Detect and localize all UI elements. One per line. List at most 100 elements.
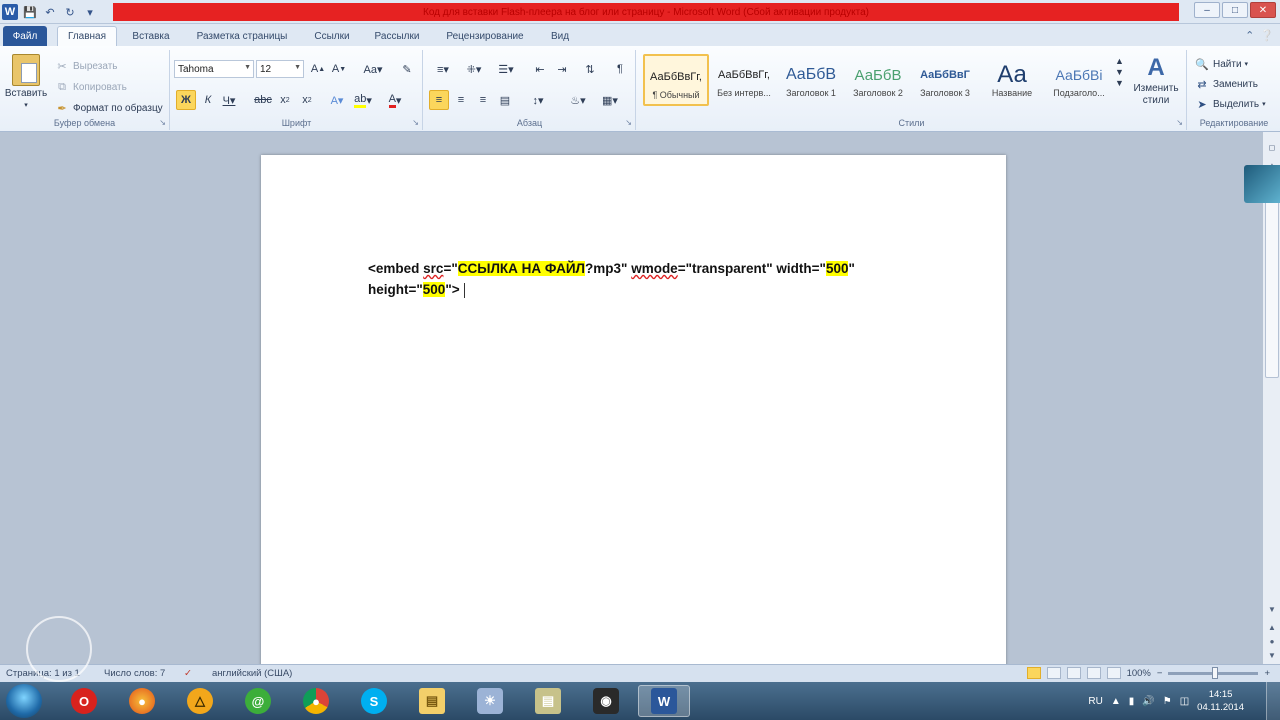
word-logo-icon[interactable]: W [2, 4, 18, 20]
taskbar-skype[interactable]: S [348, 685, 400, 717]
taskbar-opera[interactable]: O [58, 685, 110, 717]
justify-icon[interactable]: ▤ [495, 90, 515, 110]
next-page-icon[interactable]: ▼ [1265, 648, 1279, 662]
pilcrow-icon[interactable]: ¶ [610, 59, 630, 79]
taskbar-app-3[interactable]: ▤ [522, 685, 574, 717]
minimize-icon[interactable]: – [1194, 2, 1220, 18]
subscript-icon[interactable]: x2 [275, 90, 295, 110]
battery-icon[interactable]: ◫ [1180, 696, 1189, 707]
italic-icon[interactable]: К [198, 90, 218, 110]
minimize-ribbon-icon[interactable]: ⌃ [1245, 29, 1254, 42]
language-indicator[interactable]: английский (США) [212, 668, 292, 679]
document-text[interactable]: <embed src="ССЫЛКА НА ФАЙЛ?mp3" wmode="t… [368, 258, 958, 300]
zoom-level[interactable]: 100% [1127, 668, 1151, 679]
tab-view[interactable]: Вид [542, 26, 578, 46]
save-icon[interactable]: 💾 [22, 4, 38, 20]
tab-file[interactable]: Файл [3, 26, 47, 46]
numbering-icon[interactable]: ⁜▾ [460, 59, 488, 79]
underline-icon[interactable]: Ч▾ [219, 90, 239, 110]
browse-object-icon[interactable]: ● [1265, 634, 1279, 648]
start-button[interactable] [6, 684, 42, 718]
help-icon[interactable]: ❔ [1260, 29, 1274, 42]
dialog-launcher-icon[interactable]: ↘ [159, 118, 166, 127]
outline-icon[interactable] [1086, 667, 1101, 679]
taskbar-explorer[interactable]: ▤ [406, 685, 458, 717]
clear-formatting-icon[interactable]: ✎ [397, 59, 417, 79]
style-normal[interactable]: АаБбВвГг, ¶ Обычный [643, 54, 709, 106]
show-desktop-button[interactable] [1266, 682, 1280, 720]
decrease-indent-icon[interactable]: ⇤ [530, 59, 550, 79]
line-spacing-icon[interactable]: ↕▾ [524, 90, 552, 110]
taskbar-camera[interactable]: ◉ [580, 685, 632, 717]
zoom-in-icon[interactable]: + [1264, 668, 1270, 679]
bullets-icon[interactable]: ≡▾ [429, 59, 457, 79]
customize-toolbar-icon[interactable]: ▾ [82, 4, 98, 20]
tab-home[interactable]: Главная [57, 26, 117, 46]
zoom-slider-knob[interactable] [1212, 666, 1219, 679]
style-heading-1[interactable]: АаБбВ Заголовок 1 [778, 54, 844, 106]
tab-references[interactable]: Ссылки [306, 26, 358, 46]
bold-icon[interactable]: Ж [176, 90, 196, 110]
proofing-icon[interactable]: ✓ [184, 668, 192, 679]
overlay-app-icon[interactable] [1244, 165, 1280, 203]
shading-icon[interactable]: ♨▾ [564, 90, 592, 110]
taskbar-app-2[interactable]: ☀ [464, 685, 516, 717]
font-size-combo[interactable]: 12 ▼ [256, 60, 304, 78]
draft-icon[interactable] [1106, 667, 1121, 679]
paste-button[interactable]: Вставить ▾ [5, 54, 47, 109]
style-heading-2[interactable]: АаБбВ Заголовок 2 [845, 54, 911, 106]
tab-mailings[interactable]: Рассылки [366, 26, 428, 46]
strikethrough-icon[interactable]: abc [253, 90, 273, 110]
text-effects-icon[interactable]: A▾ [327, 90, 347, 110]
align-left-icon[interactable]: ≡ [429, 90, 449, 110]
align-right-icon[interactable]: ≡ [473, 90, 493, 110]
tab-insert[interactable]: Вставка [124, 26, 178, 46]
style-title[interactable]: Аа Название [979, 54, 1045, 106]
dialog-launcher-icon[interactable]: ↘ [1176, 118, 1183, 127]
cut-button[interactable]: ✂ Вырезать [54, 58, 117, 74]
superscript-icon[interactable]: x2 [297, 90, 317, 110]
sort-icon[interactable]: ⇅ [580, 59, 600, 79]
more-icon[interactable]: ▼ [1115, 78, 1124, 88]
change-styles-button[interactable]: A Изменить стили [1131, 54, 1181, 106]
align-center-icon[interactable]: ≡ [451, 90, 471, 110]
vertical-scrollbar[interactable]: ◻ ▲ ▼ ▲ ● ▼ [1262, 132, 1280, 664]
full-screen-reading-icon[interactable] [1046, 667, 1061, 679]
tray-expand-icon[interactable]: ▲ [1111, 696, 1121, 707]
dialog-launcher-icon[interactable]: ↘ [412, 118, 419, 127]
styles-scroll[interactable]: ▲ ▼ ▼ [1115, 56, 1124, 88]
taskbar-chrome[interactable]: ● [290, 685, 342, 717]
zoom-slider[interactable] [1168, 666, 1259, 679]
undo-icon[interactable]: ↶ [42, 4, 58, 20]
tab-review[interactable]: Рецензирование [436, 26, 534, 46]
taskbar-app[interactable]: △ [174, 685, 226, 717]
chevron-up-icon[interactable]: ▲ [1115, 56, 1124, 66]
taskbar-firefox[interactable]: ● [116, 685, 168, 717]
input-language[interactable]: RU [1088, 696, 1102, 707]
taskbar-word[interactable]: W [638, 685, 690, 717]
flag-icon[interactable]: ⚑ [1163, 696, 1172, 707]
borders-icon[interactable]: ▦▾ [596, 90, 624, 110]
style-subtitle[interactable]: АаБбВі Подзаголо... [1046, 54, 1112, 106]
style-heading-3[interactable]: АаБбВвГ Заголовок 3 [912, 54, 978, 106]
scroll-down-icon[interactable]: ▼ [1265, 602, 1279, 616]
scroll-thumb[interactable] [1265, 200, 1279, 378]
replace-button[interactable]: ⇄ Заменить [1194, 76, 1258, 92]
taskbar-mail[interactable]: @ [232, 685, 284, 717]
document-page[interactable]: <embed src="ССЫЛКА НА ФАЙЛ?mp3" wmode="t… [261, 155, 1006, 664]
font-name-combo[interactable]: Tahoma ▼ [174, 60, 254, 78]
zoom-out-icon[interactable]: − [1157, 668, 1163, 679]
style-no-spacing[interactable]: АаБбВвГг, Без интерв... [711, 54, 777, 106]
change-case-icon[interactable]: Aa▾ [359, 59, 387, 79]
copy-button[interactable]: ⧉ Копировать [54, 79, 127, 95]
web-layout-icon[interactable] [1066, 667, 1081, 679]
multilevel-list-icon[interactable]: ☰▾ [492, 59, 520, 79]
find-button[interactable]: 🔍 Найти ▾ [1194, 56, 1248, 72]
dialog-launcher-icon[interactable]: ↘ [625, 118, 632, 127]
word-count[interactable]: Число слов: 7 [104, 668, 165, 679]
clock[interactable]: 14:15 04.11.2014 [1197, 688, 1244, 714]
tab-page-layout[interactable]: Разметка страницы [186, 26, 298, 46]
highlight-icon[interactable]: ab ▾ [353, 90, 373, 110]
chevron-down-icon[interactable]: ▼ [1115, 67, 1124, 77]
select-button[interactable]: ➤ Выделить ▾ [1194, 96, 1265, 112]
